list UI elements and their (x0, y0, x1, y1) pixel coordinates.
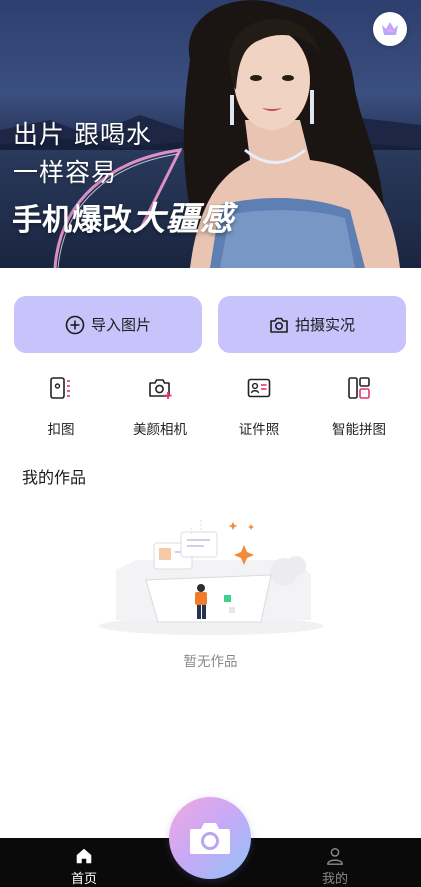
tools-row: 扣图 美颜相机 证件照 智能拼图 (0, 372, 421, 442)
camera-icon (270, 317, 288, 333)
tool-label: 证件照 (238, 422, 280, 438)
home-icon (76, 848, 92, 864)
cutout-icon (50, 377, 70, 399)
shoot-live-label: 拍摄实况 (294, 316, 355, 334)
tool-collage[interactable]: 智能拼图 (314, 372, 404, 438)
collage-icon (348, 377, 370, 399)
empty-folder-illustration (99, 518, 323, 635)
tool-beauty-camera[interactable]: 美颜相机 (115, 372, 205, 438)
tool-cutout[interactable]: 扣图 (16, 372, 106, 438)
camera-fab-button[interactable] (169, 797, 251, 879)
import-image-button[interactable]: 导入图片 (14, 296, 202, 353)
vip-button[interactable] (373, 12, 407, 46)
nav-home-label: 首页 (70, 872, 97, 887)
tool-id-photo[interactable]: 证件照 (214, 372, 304, 438)
beauty-camera-icon (149, 379, 172, 399)
hero-title-line1: 出片 跟喝水 (13, 120, 152, 149)
hero-title-line3: 手机爆改大疆感 (12, 192, 234, 240)
hero-banner[interactable]: 出片 跟喝水 一样容易 手机爆改大疆感 (0, 0, 421, 268)
crown-icon (382, 22, 398, 35)
camera-icon (190, 823, 230, 854)
hero-title-prefix: 手机爆改 (12, 203, 132, 238)
id-photo-icon (247, 378, 271, 398)
user-icon (327, 848, 343, 865)
empty-works-text: 暂无作品 (183, 654, 238, 670)
hero-title-emphasis: 大疆感 (132, 199, 234, 238)
tool-label: 智能拼图 (332, 422, 386, 438)
nav-mine-label: 我的 (321, 872, 348, 887)
tool-label: 扣图 (47, 422, 75, 438)
tool-label: 美颜相机 (133, 422, 187, 438)
import-image-label: 导入图片 (90, 316, 151, 334)
nav-mine[interactable]: 我的 (295, 838, 375, 887)
my-works-title: 我的作品 (22, 468, 87, 487)
shoot-live-button[interactable]: 拍摄实况 (218, 296, 406, 353)
nav-home[interactable]: 首页 (44, 838, 124, 887)
plus-circle-icon (65, 315, 85, 334)
hero-title-line2: 一样容易 (13, 158, 118, 187)
